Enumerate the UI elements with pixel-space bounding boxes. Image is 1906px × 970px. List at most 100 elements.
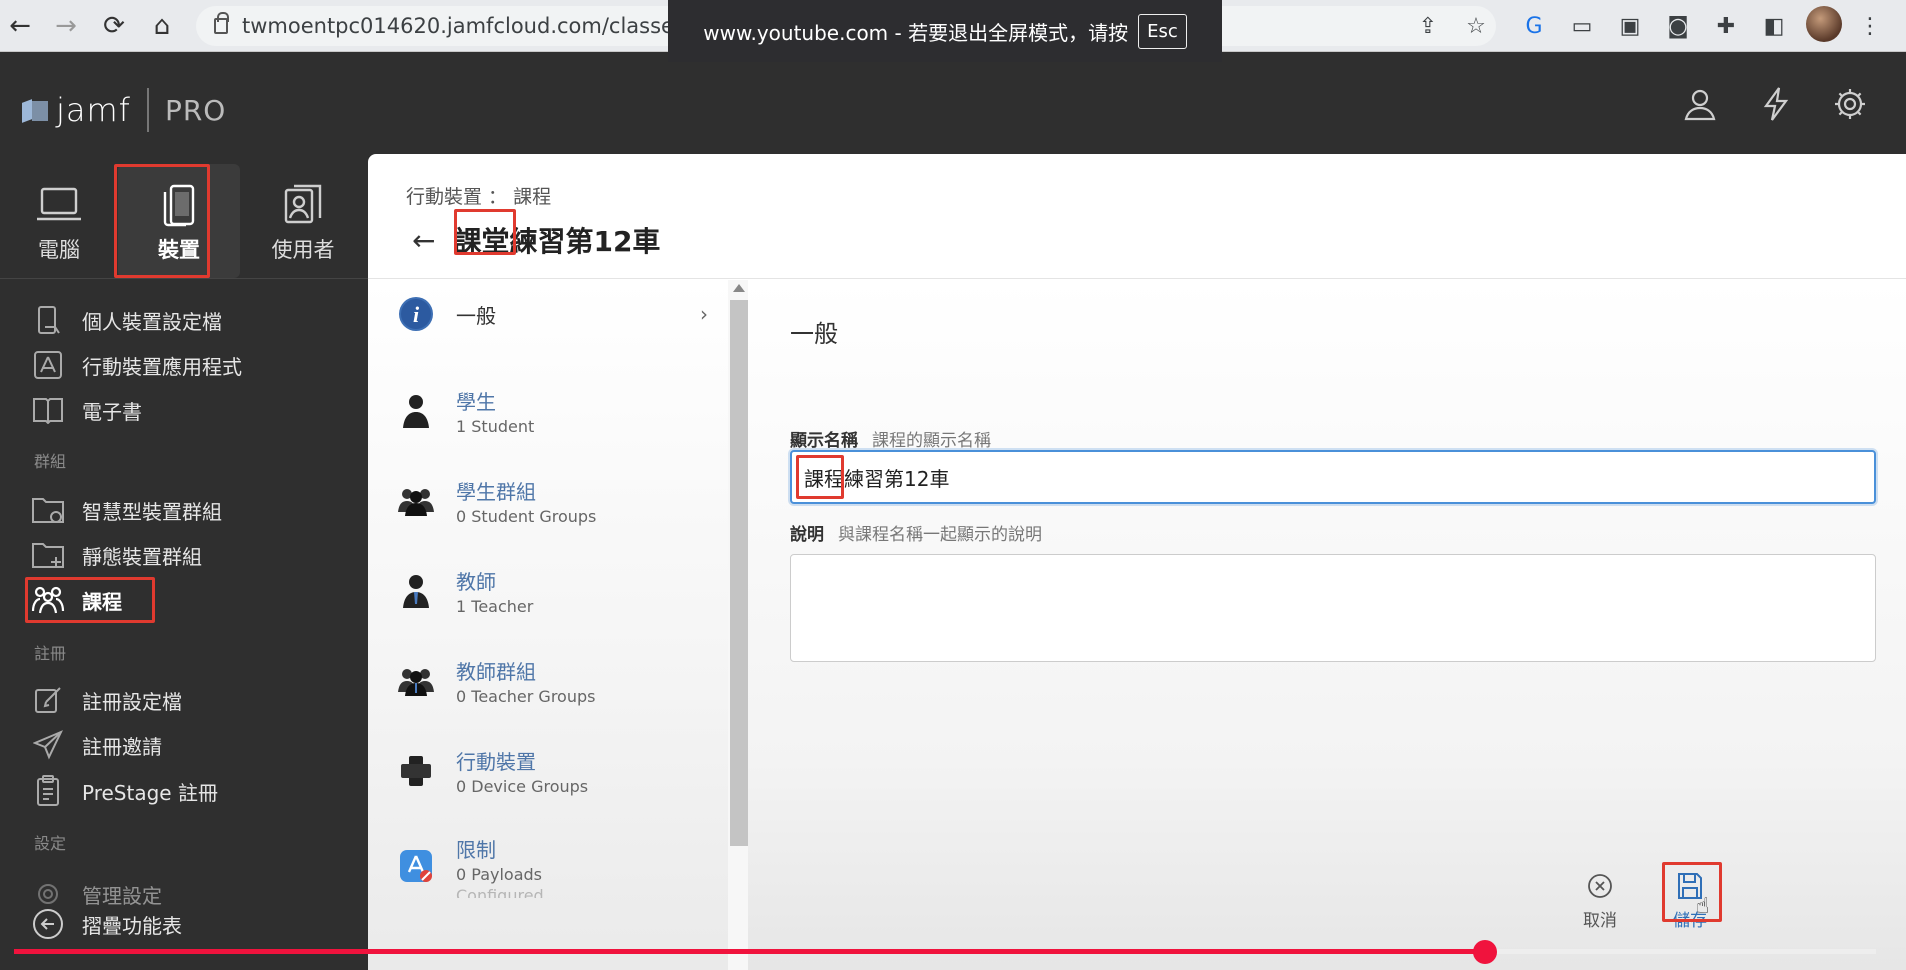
display-name-input[interactable]: 課程練習第12車 [790,450,1876,504]
sidebar-item-enrollment-profiles[interactable]: 註冊設定檔 [30,680,182,720]
list-item-subtitle: 0 Student Groups [456,507,597,526]
logo-separator [146,88,149,132]
lock-icon [214,12,229,34]
sidebar-item-static-groups[interactable]: 靜態裝置群組 [30,535,202,575]
collapse-menu-button[interactable]: 摺疊功能表 [30,904,182,944]
sidebar: 電腦 裝置 使用者 個人裝置設定檔 行動裝置應用程式 電子書 群組 智慧型裝置群… [0,156,368,970]
list-item-subtitle: 0 Device Groups [456,777,589,796]
paper-plane-icon [30,729,66,761]
back-icon[interactable]: ← [2,8,38,44]
list-item-general[interactable]: i 一般 › [398,296,728,332]
tab-computers[interactable]: 電腦 [0,164,118,278]
display-name-value: 課程練習第12車 [804,466,950,491]
list-item-mobile-devices[interactable]: 行動裝置 0 Device Groups [398,746,728,796]
category-divider [0,278,368,279]
section-heading-groups: 群組 [34,452,67,471]
app-header: jamf PRO [0,52,1906,156]
tab-devices-label: 裝置 [158,238,200,262]
category-tabs: 電腦 裝置 使用者 [0,160,368,282]
list-item-title: 教師群組 [456,660,536,684]
sidebar-item-smart-groups[interactable]: 智慧型裝置群組 [30,490,222,530]
jamf-logo[interactable]: jamf PRO [22,88,226,132]
lightning-icon[interactable] [1754,82,1798,126]
tab-users-label: 使用者 [271,238,335,262]
jamf-logo-mark-icon [22,97,48,123]
sidebar-item-label: 智慧型裝置群組 [82,499,222,524]
video-progress-bar[interactable] [14,940,1876,964]
list-item-title: 學生 [456,390,496,414]
list-item-teachers[interactable]: 教師 1 Teacher [398,566,728,616]
sidebar-item-label: 課程 [82,589,122,614]
puzzle-icon[interactable]: ✚ [1708,8,1744,44]
sidebar-item-label: 註冊邀請 [82,734,162,759]
form-section-title: 一般 [790,320,838,348]
section-heading-enrollment: 註冊 [34,644,67,663]
app-store-icon [30,349,66,381]
back-arrow-icon[interactable]: ← [412,224,435,257]
list-item-students[interactable]: 學生 1 Student [398,386,728,436]
video-scrubber-handle[interactable] [1472,940,1497,964]
home-icon[interactable]: ⌂ [144,8,180,44]
main-panel: 行動裝置 ： 課程 ← 課堂練習第12車 i 一般 › 學生 1 Student … [368,154,1906,970]
list-item-restrictions[interactable]: 限制 0 Payloads Configured [398,834,728,898]
cancel-button[interactable]: 取消 [1570,870,1630,931]
restrictions-icon [398,848,434,884]
bookmark-star-icon[interactable]: ☆ [1458,8,1494,44]
student-group-icon [398,483,434,519]
fullscreen-toast: www.youtube.com - 若要退出全屏模式，请按 Esc [668,0,1222,62]
sidebar-item-prestage-enrollments[interactable]: PreStage 註冊 [30,771,218,811]
static-group-folder-icon [30,539,66,571]
sidebar-item-ebooks[interactable]: 電子書 [30,390,142,430]
sidebar-item-label: 靜態裝置群組 [82,544,202,569]
tab-computers-label: 電腦 [38,238,80,262]
personal-profile-icon [30,304,66,336]
description-textarea[interactable] [790,554,1876,662]
classes-icon [30,584,66,616]
list-item-student-groups[interactable]: 學生群組 0 Student Groups [398,476,728,526]
side-panel-icon[interactable]: ◧ [1756,8,1792,44]
sidebar-item-classes[interactable]: 課程 [30,580,122,620]
logo-suffix: PRO [164,93,227,127]
list-item-subtitle: 1 Teacher [456,597,534,616]
list-item-subtitle-2: Configured [456,886,544,898]
title-row: ← 課堂練習第12車 [412,220,660,260]
devices-icon [398,753,434,789]
extension-badge-icon[interactable]: ▣ [1612,8,1648,44]
menu-kebab-icon[interactable]: ⋮ [1852,8,1888,44]
share-icon[interactable]: ⇪ [1410,8,1446,44]
sidebar-item-label: 個人裝置設定檔 [82,309,222,334]
tab-devices[interactable]: 裝置 [118,164,240,278]
list-scroll-thumb[interactable] [730,300,750,846]
qr-icon[interactable]: ◙ [1660,8,1696,44]
teacher-icon [398,573,434,609]
sidebar-item-enrollment-invitations[interactable]: 註冊邀請 [30,725,162,765]
mouse-cursor-hand-icon: ☝ [1696,894,1710,919]
list-item-title: 教師 [456,570,496,594]
list-item-teacher-groups[interactable]: 教師群組 0 Teacher Groups [398,656,728,706]
teacher-group-icon [398,663,434,699]
user-account-icon[interactable] [1678,82,1722,126]
list-item-title: 一般 [456,303,496,328]
list-item-title: 行動裝置 [456,750,536,774]
scroll-up-arrow-icon[interactable] [733,284,745,292]
gear-icon[interactable] [1828,82,1872,126]
description-label-text: 說明 [790,525,824,545]
reload-icon[interactable]: ⟳ [96,8,132,44]
display-name-hint: 課程的顯示名稱 [872,431,991,451]
sidebar-item-mobile-apps[interactable]: 行動裝置應用程式 [30,345,242,385]
tab-users[interactable]: 使用者 [244,164,362,278]
mobile-device-icon [156,182,202,228]
save-button[interactable]: 儲存 [1660,870,1720,931]
cast-icon[interactable]: ▭ [1564,8,1600,44]
display-name-label: 顯示名稱 課程的顯示名稱 [790,426,991,451]
forward-icon[interactable]: → [48,8,84,44]
list-item-title: 學生群組 [456,480,536,504]
class-sections-list: i 一般 › 學生 1 Student 學生群組 0 Student Groups … [368,280,748,970]
sidebar-item-label: 註冊設定檔 [82,689,182,714]
profile-avatar[interactable] [1806,6,1842,42]
logo-word: jamf [56,91,131,129]
breadcrumb: 行動裝置 ： 課程 [406,186,552,208]
url-text: twmoentpc014620.jamfcloud.com/classes.l [242,14,698,38]
sidebar-item-personal-profiles[interactable]: 個人裝置設定檔 [30,300,222,340]
translate-icon[interactable]: G [1516,8,1552,44]
